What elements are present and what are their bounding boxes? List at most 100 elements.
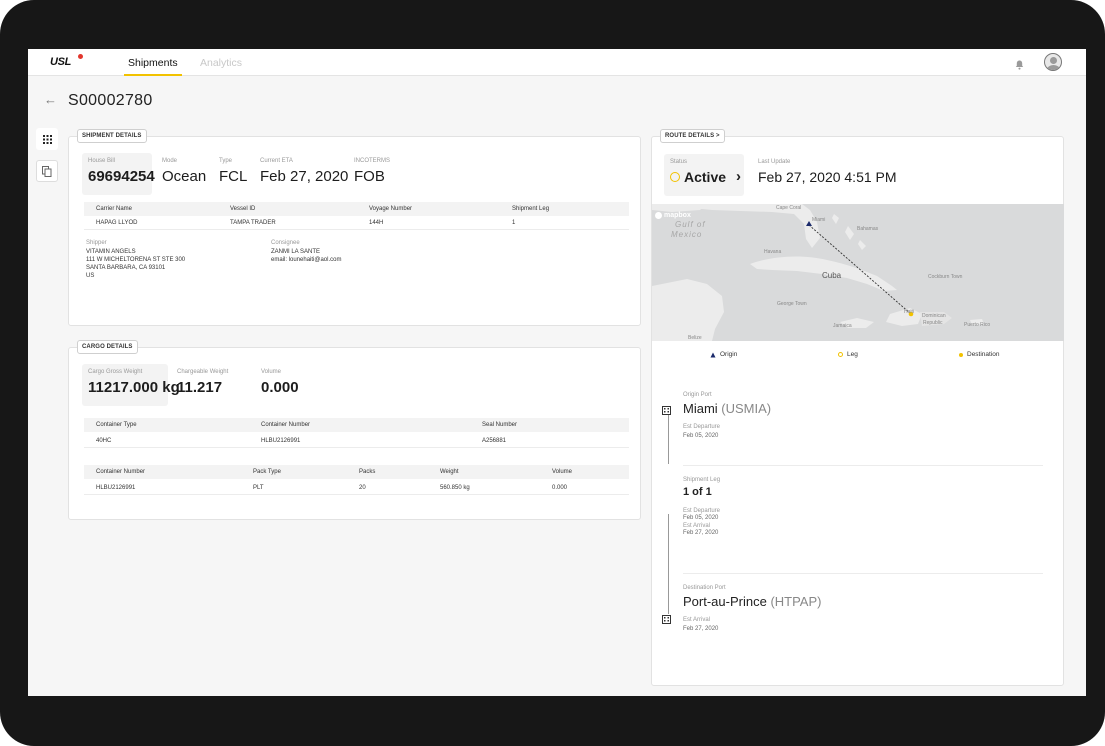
- grid-view-button[interactable]: [36, 128, 58, 150]
- tab-analytics[interactable]: Analytics: [200, 57, 242, 76]
- consignee-label: Consignee: [271, 240, 300, 246]
- destination-port-label: Destination Port: [683, 585, 726, 591]
- gross-weight-value: 11217.000 kg: [88, 379, 180, 396]
- current-eta-value: Feb 27, 2020: [260, 168, 349, 185]
- mode-field: Mode Ocean: [162, 158, 206, 185]
- status-label: Status: [670, 159, 688, 165]
- shipper-line: SANTA BARBARA, CA 93101: [86, 265, 166, 271]
- shipper-line: 111 W MICHELTORENA ST STE 300: [86, 257, 186, 263]
- mapbox-attribution: mapbox: [664, 212, 691, 219]
- col-voyage-number: Voyage Number: [369, 206, 413, 212]
- status-value: Active: [684, 169, 727, 185]
- current-eta-field: Current ETA Feb 27, 2020: [260, 158, 348, 185]
- origin-dep-value: Feb 05, 2020: [683, 433, 719, 439]
- last-update-field: Last Update Feb 27, 2020 4:51 PM: [758, 159, 897, 185]
- mode-value: Ocean: [162, 168, 207, 185]
- app-screen: USL Shipments Analytics ← S00002780 SHIP…: [28, 49, 1086, 696]
- destination-port-section: Destination Port Port-au-Prince (HTPAP) …: [683, 585, 821, 634]
- consignee-line: ZANMI LA SANTE: [271, 249, 321, 255]
- house-bill-field: House Bill 69694254: [82, 153, 155, 195]
- col-shipment-leg: Shipment Leg: [512, 206, 550, 212]
- shipper-line: US: [86, 273, 95, 279]
- avatar-body-icon: [1047, 65, 1060, 70]
- user-avatar[interactable]: [1044, 53, 1062, 71]
- incoterms-value: FOB: [354, 168, 385, 185]
- legend-leg-label: Leg: [847, 351, 858, 358]
- destination-port-name-row: Port-au-Prince (HTPAP): [683, 594, 821, 609]
- gross-weight-label: Cargo Gross Weight: [88, 369, 143, 375]
- cargo-details-card: CARGO DETAILS Cargo Gross Weight 11217.0…: [68, 340, 641, 520]
- table-row: HLBU2126991 PLT 20 560.850 kg 0.000: [84, 482, 629, 495]
- divider: [683, 465, 1043, 466]
- container-type-cell: 40HC: [96, 438, 112, 444]
- shipment-leg-value: 1 of 1: [683, 486, 712, 498]
- map-label-gulf: Gulf of: [675, 220, 706, 229]
- carrier-name-cell: HAPAG LLYOD: [96, 220, 138, 226]
- last-update-value: Feb 27, 2020 4:51 PM: [758, 169, 897, 185]
- type-label: Type: [219, 158, 233, 164]
- incoterms-field: INCOTERMS FOB: [354, 158, 390, 185]
- table-row: 40HC HLBU2126991 A256881: [84, 435, 629, 448]
- origin-port-label: Origin Port: [683, 392, 712, 398]
- map-label-cape-coral: Cape Coral: [776, 205, 802, 211]
- chargeable-weight-value: 11.217: [177, 379, 223, 396]
- legend-leg: Leg: [838, 351, 858, 358]
- route-map[interactable]: Gulf of Mexico Cuba Bahamas Havana Miami…: [652, 204, 1064, 341]
- last-update-label: Last Update: [758, 159, 791, 165]
- leg-dep-value: Feb 05, 2020: [683, 515, 719, 521]
- back-arrow-icon[interactable]: ←: [44, 92, 57, 107]
- status-ring-icon: [670, 172, 680, 182]
- tab-shipments[interactable]: Shipments: [124, 57, 182, 76]
- divider: [683, 573, 1043, 574]
- route-details-label: ROUTE DETAILS: [665, 133, 715, 139]
- pack-table-header: Container Number Pack Type Packs Weight …: [84, 465, 629, 479]
- carrier-table-header: Carrier Name Vessel ID Voyage Number Shi…: [84, 202, 629, 216]
- current-eta-label: Current ETA: [260, 158, 293, 164]
- container-number-cell: HLBU2126991: [261, 438, 301, 444]
- container-number-cell: HLBU2126991: [96, 485, 136, 491]
- status-field[interactable]: Status Active ›: [664, 154, 744, 196]
- status-value-row: Active: [670, 169, 738, 185]
- timeline-line: [668, 514, 669, 614]
- copy-button[interactable]: [36, 160, 58, 182]
- type-value: FCL: [219, 168, 248, 185]
- route-details-legend[interactable]: ROUTE DETAILS >: [660, 129, 725, 143]
- destination-port-name: Port-au-Prince: [683, 594, 767, 609]
- map-label-havana: Havana: [764, 249, 782, 255]
- weight-cell: 560.850 kg: [440, 485, 470, 491]
- col-pack-type: Pack Type: [253, 469, 281, 475]
- usl-logo[interactable]: USL: [50, 56, 71, 68]
- route-details-card: ROUTE DETAILS > Status Active › Last Upd…: [651, 129, 1064, 686]
- legend-destination-label: Destination: [967, 351, 1000, 358]
- col-seal-number: Seal Number: [482, 422, 518, 428]
- origin-port-code: (USMIA): [721, 401, 772, 416]
- origin-port-name-row: Miami (USMIA): [683, 401, 771, 416]
- shipment-leg-label: Shipment Leg: [683, 477, 721, 483]
- col-container-number: Container Number: [96, 469, 146, 475]
- legend-origin-label: Origin: [720, 351, 738, 358]
- status-chevron-icon: ›: [736, 168, 741, 185]
- voyage-number-cell: 144H: [369, 220, 384, 226]
- map-label-bahamas: Bahamas: [857, 226, 879, 232]
- mapbox-logo[interactable]: mapbox: [655, 212, 691, 219]
- leg-arr-value: Feb 27, 2020: [683, 530, 719, 536]
- chargeable-weight-field: Chargeable Weight 11.217: [177, 369, 228, 396]
- chargeable-weight-label: Chargeable Weight: [177, 369, 229, 375]
- col-volume: Volume: [552, 469, 573, 475]
- incoterms-label: INCOTERMS: [354, 158, 390, 164]
- origin-port-section: Origin Port Miami (USMIA) Est Departure …: [683, 392, 771, 441]
- legend-destination: Destination: [959, 351, 1000, 358]
- packs-cell: 20: [359, 485, 366, 491]
- bell-icon[interactable]: [1015, 57, 1024, 70]
- shipper-label: Shipper: [86, 240, 107, 246]
- volume-cell: 0.000: [552, 485, 568, 491]
- type-field: Type FCL: [219, 158, 247, 185]
- top-nav-bar: USL Shipments Analytics: [28, 49, 1086, 76]
- shipper-line: VITAMIN ANGELS: [86, 249, 136, 255]
- triangle-icon: [710, 352, 716, 357]
- legend-origin: Origin: [710, 351, 737, 358]
- house-bill-value: 69694254: [88, 168, 155, 185]
- col-vessel-id: Vessel ID: [230, 206, 256, 212]
- map-label-cuba: Cuba: [822, 271, 842, 280]
- dot-icon: [959, 352, 963, 357]
